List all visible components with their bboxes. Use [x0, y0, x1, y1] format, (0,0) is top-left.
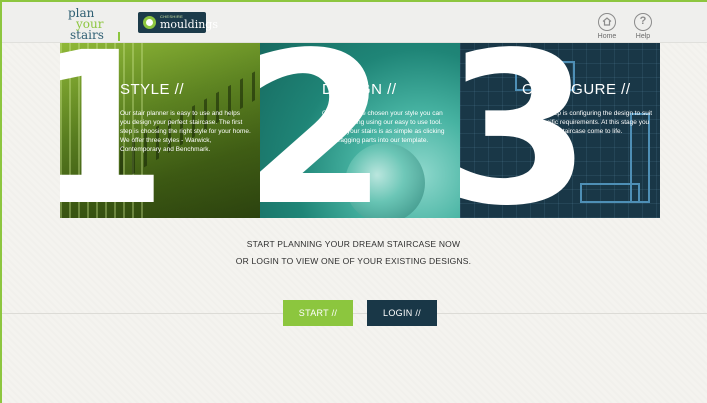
panel-title: DESIGN // — [322, 81, 397, 98]
brand-name: mouldings — [160, 18, 218, 31]
logo-bar — [118, 32, 120, 41]
start-button[interactable]: START // — [283, 300, 353, 326]
cta-line-1: START PLANNING YOUR DREAM STAIRCASE NOW — [246, 239, 461, 249]
help-label: Help — [635, 33, 651, 40]
home-icon — [598, 13, 616, 31]
top-header: plan your stairs CHESHIRE mouldings Home… — [2, 2, 707, 43]
help-button[interactable]: ? Help — [628, 13, 658, 43]
panel-title: CONFIGURE // — [522, 81, 631, 98]
login-button[interactable]: LOGIN // — [367, 300, 437, 326]
design-panel: 2 DESIGN // Once you have chosen your st… — [260, 43, 460, 218]
divider — [2, 313, 707, 314]
cheshire-mouldings-logo[interactable]: CHESHIRE mouldings — [138, 12, 218, 33]
steps-panels: 1 STYLE // Our stair planner is easy to … — [60, 43, 660, 218]
panel-title: STYLE // — [120, 81, 185, 98]
home-button[interactable]: Home — [592, 13, 622, 43]
brand-circle-icon — [143, 16, 156, 29]
logo-text-stairs: stairs — [70, 28, 104, 42]
panel-body: Once you have chosen your style you can … — [322, 110, 445, 144]
panel-body: Our stair planner is easy to use and hel… — [120, 110, 251, 153]
panel-body: The final step is configuring the design… — [522, 110, 653, 135]
cta-line-2: OR LOGIN TO VIEW ONE OF YOUR EXISTING DE… — [235, 256, 472, 266]
home-label: Home — [597, 33, 617, 40]
help-icon: ? — [634, 13, 652, 31]
plan-your-stairs-logo[interactable]: plan your stairs — [60, 6, 124, 42]
style-panel: 1 STYLE // Our stair planner is easy to … — [60, 43, 260, 218]
configure-panel: 3 CONFIGURE // The final step is configu… — [460, 43, 660, 218]
